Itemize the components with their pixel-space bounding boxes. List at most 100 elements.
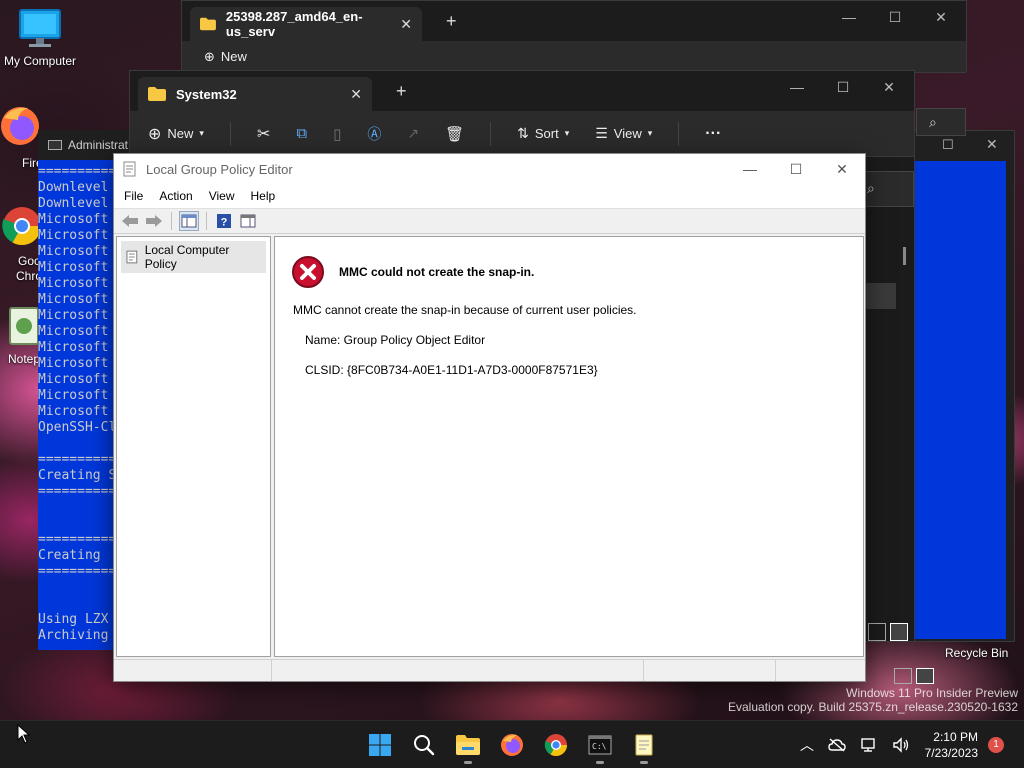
menu-bar: File Action View Help <box>114 184 865 208</box>
maximize-icon[interactable]: ☐ <box>773 154 819 184</box>
scrollbar-thumb[interactable] <box>903 247 906 265</box>
back-arrow-icon <box>122 215 138 227</box>
folder-icon <box>148 87 166 101</box>
chevron-up-icon[interactable]: ︿ <box>800 735 814 755</box>
watermark-edition: Windows 11 Pro Insider Preview <box>846 686 1018 700</box>
toolbar-divider <box>229 121 231 146</box>
close-tab-icon[interactable]: ✕ <box>400 16 412 33</box>
taskbar-clock[interactable]: 2:10 PM 7/23/2023 <box>925 729 978 761</box>
windows-logo-icon <box>369 734 391 756</box>
explorer-tabbar: 25398.287_amd64_en-us_serv ✕ + — ☐ ✕ <box>182 1 966 41</box>
delete-button[interactable]: 🗑 <box>445 125 464 143</box>
gpe-toolbar: ? <box>114 208 865 234</box>
new-tab-icon[interactable]: + <box>396 81 407 102</box>
policy-editor-icon <box>123 161 136 177</box>
view-list-icon: ☰ <box>595 125 608 141</box>
search-taskbar-button[interactable] <box>408 729 440 761</box>
error-header: MMC could not create the snap-in. <box>291 255 534 289</box>
policy-document-icon <box>126 250 138 264</box>
minimize-icon[interactable]: — <box>826 9 872 26</box>
firefox-icon <box>1 107 39 145</box>
view-label: View <box>613 126 642 141</box>
cloud-offline-icon[interactable] <box>828 738 846 752</box>
view-button[interactable]: ☰ View ▾ <box>595 125 652 142</box>
rename-button[interactable]: Ⓐ <box>367 124 381 144</box>
toolbar-divider <box>171 212 172 230</box>
console-tree-icon <box>181 214 197 228</box>
toolbar-divider <box>490 121 492 146</box>
new-tab-icon[interactable]: + <box>446 11 457 32</box>
minimize-icon[interactable]: — <box>774 79 820 96</box>
start-button[interactable] <box>364 729 396 761</box>
explorer-tab[interactable]: 25398.287_amd64_en-us_serv ✕ <box>190 7 422 41</box>
chrome-taskbar-button[interactable] <box>540 729 572 761</box>
new-label: New <box>220 49 247 64</box>
search-icon: ⌕ <box>929 114 937 130</box>
share-button[interactable]: ↗ <box>407 125 419 142</box>
close-icon[interactable]: ✕ <box>918 9 964 26</box>
command-prompt-icon: C:\ <box>588 735 612 755</box>
folder-icon <box>456 735 480 755</box>
result-pane: MMC could not create the snap-in. MMC ca… <box>274 236 864 657</box>
share-icon: ↗ <box>407 125 420 141</box>
notepad-taskbar-button[interactable] <box>628 729 660 764</box>
tree-item-label: Local Computer Policy <box>144 243 230 271</box>
watermark-build: Evaluation copy. Build 25375.zn_release.… <box>728 700 1018 714</box>
close-icon[interactable]: ✕ <box>819 154 865 184</box>
cut-button[interactable]: ✂ <box>257 124 270 144</box>
running-indicator <box>596 761 604 764</box>
back-button[interactable] <box>120 211 140 231</box>
paste-button[interactable]: ▯ <box>333 125 341 143</box>
minimize-icon[interactable]: — <box>727 154 773 184</box>
explorer-tab[interactable]: System32 ✕ <box>138 77 372 111</box>
monitor-icon <box>19 9 61 47</box>
mouse-cursor-icon <box>17 724 31 744</box>
show-action-pane-button[interactable] <box>238 211 258 231</box>
desktop-icon-label: Goc <box>18 254 41 268</box>
close-icon[interactable]: ✕ <box>866 79 912 96</box>
new-button[interactable]: ⊕ New <box>204 49 247 65</box>
details-view-icon[interactable] <box>894 668 912 684</box>
menu-file[interactable]: File <box>124 189 143 203</box>
more-options-button[interactable]: ··· <box>705 125 721 143</box>
background-window-right[interactable]: ☐ ✕ <box>905 130 1015 642</box>
maximize-icon[interactable]: ☐ <box>942 137 954 153</box>
close-tab-icon[interactable]: ✕ <box>350 86 362 103</box>
copy-button[interactable]: ⧉ <box>296 125 307 142</box>
maximize-icon[interactable]: ☐ <box>820 79 866 96</box>
group-policy-editor-window[interactable]: Local Group Policy Editor — ☐ ✕ File Act… <box>113 153 866 682</box>
tree-item-local-computer-policy[interactable]: Local Computer Policy <box>121 241 266 273</box>
notification-badge[interactable]: 1 <box>988 737 1004 753</box>
menu-view[interactable]: View <box>209 189 235 203</box>
explorer-window-back[interactable]: 25398.287_amd64_en-us_serv ✕ + — ☐ ✕ ⊕ Ne… <box>181 0 967 73</box>
maximize-icon[interactable]: ☐ <box>872 9 918 26</box>
show-hide-console-tree-button[interactable] <box>179 211 199 231</box>
chrome-icon <box>544 734 567 756</box>
explorer-tabbar: System32 ✕ + — ☐ ✕ <box>130 71 914 111</box>
search-box[interactable]: ⌕ <box>916 108 966 136</box>
copy-icon: ⧉ <box>296 125 308 142</box>
sort-button[interactable]: ⇅ Sort ▾ <box>517 125 569 142</box>
tiles-view-icon[interactable] <box>890 623 908 641</box>
close-icon[interactable]: ✕ <box>986 136 998 153</box>
desktop-icon-my-computer[interactable]: My Computer <box>0 8 80 68</box>
error-message: MMC cannot create the snap-in because of… <box>293 303 637 317</box>
selected-row-fragment <box>866 283 896 309</box>
file-explorer-taskbar-button[interactable] <box>452 729 484 764</box>
details-view-icon[interactable] <box>868 623 886 641</box>
firefox-icon <box>501 734 523 756</box>
firefox-taskbar-button[interactable] <box>496 729 528 761</box>
menu-help[interactable]: Help <box>251 189 276 203</box>
svg-text:C:\: C:\ <box>592 742 607 751</box>
menu-action[interactable]: Action <box>159 189 192 203</box>
help-icon: ? <box>217 214 231 229</box>
desktop-icon-label: Notep <box>8 352 41 366</box>
forward-button[interactable] <box>144 211 164 231</box>
network-icon[interactable] <box>860 737 878 753</box>
terminal-taskbar-button[interactable]: C:\ <box>584 729 616 764</box>
windows-watermark: Windows 11 Pro Insider Preview Evaluatio… <box>728 686 1018 714</box>
new-button[interactable]: ⊕ New ▾ <box>148 124 204 144</box>
volume-icon[interactable] <box>892 737 910 753</box>
help-button[interactable]: ? <box>214 211 234 231</box>
tiles-view-icon[interactable] <box>916 668 934 684</box>
